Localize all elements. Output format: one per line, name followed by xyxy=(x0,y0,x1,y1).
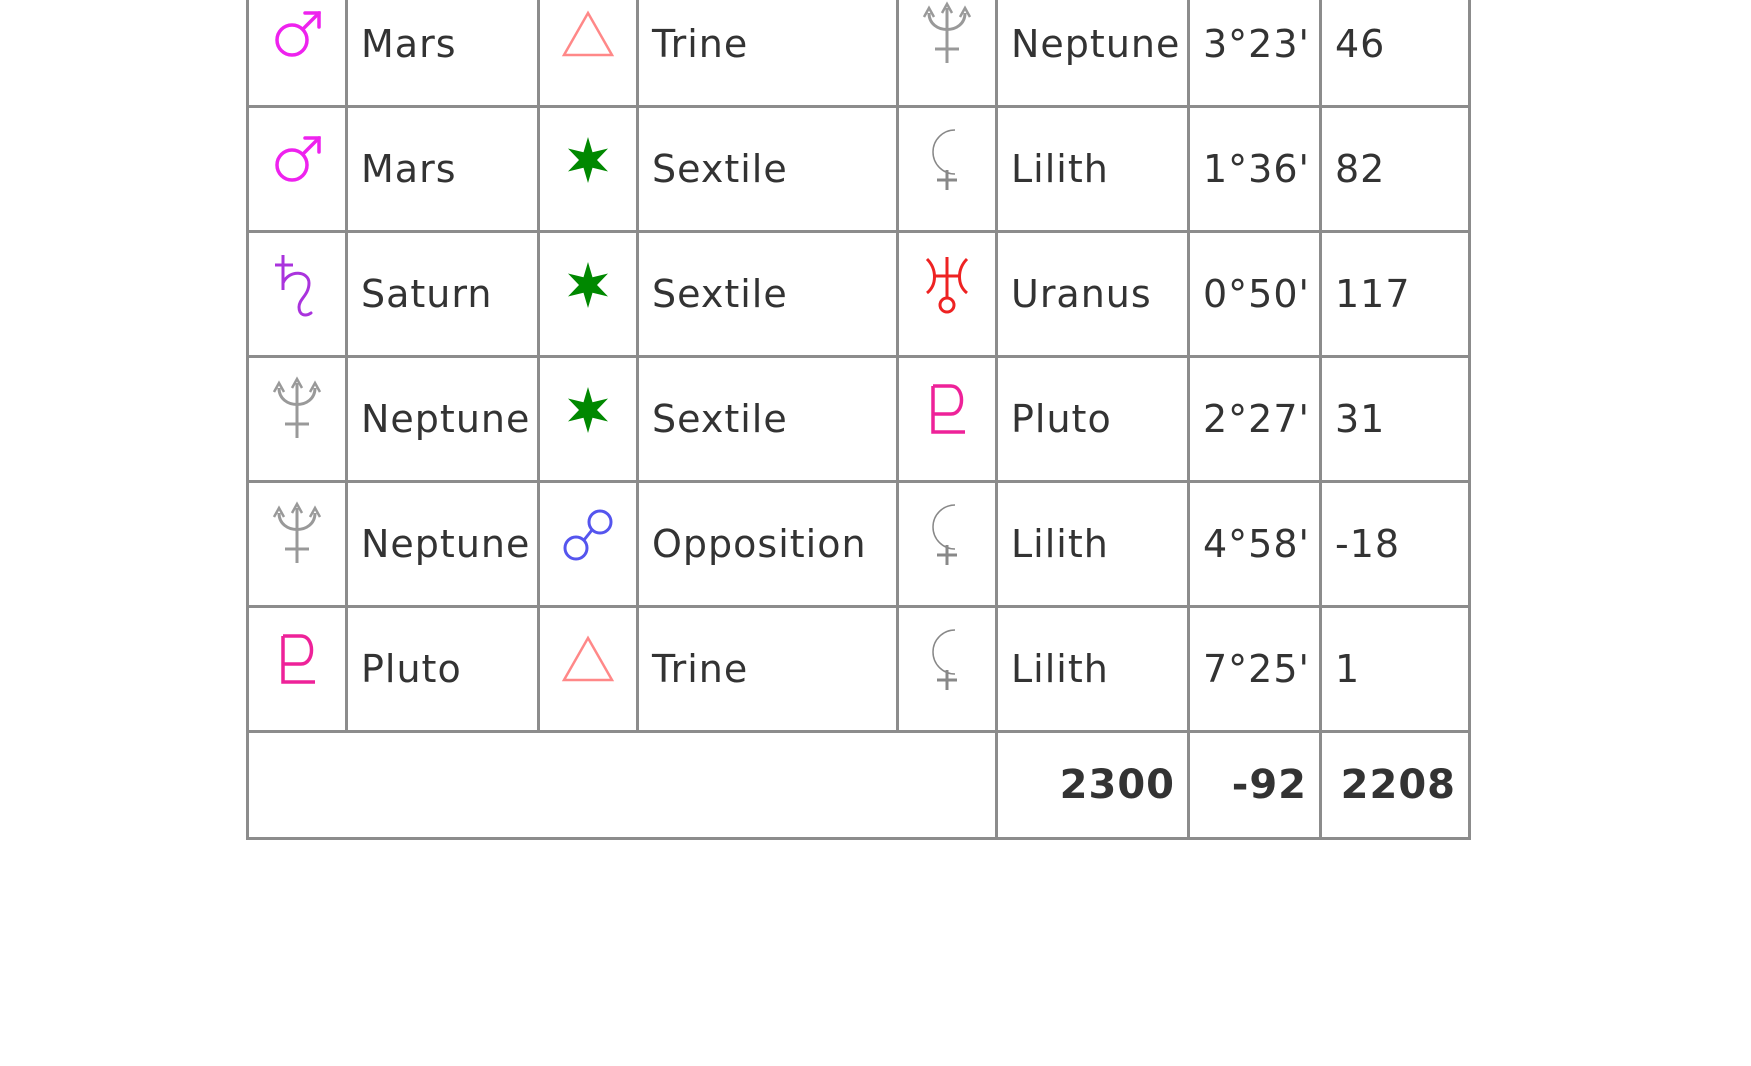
planet1-icon-cell xyxy=(246,0,348,108)
planet2-icon-cell xyxy=(896,230,998,358)
aspects-table: Mars Trine Neptune 3°23' 46 Mars Sextile xyxy=(246,0,1471,840)
table-row: Saturn Sextile Uranus 0°50' 117 xyxy=(246,230,1471,358)
planet2-name: Lilith xyxy=(995,605,1190,733)
orb-value: 3°23' xyxy=(1187,0,1322,108)
planet2-name: Pluto xyxy=(995,355,1190,483)
planet2-name: Neptune xyxy=(995,0,1190,108)
aspect-icon-cell xyxy=(537,480,639,608)
aspect-name: Sextile xyxy=(636,230,899,358)
planet2-name: Lilith xyxy=(995,480,1190,608)
planet1-name: Mars xyxy=(345,105,540,233)
planet1-icon-cell xyxy=(246,230,348,358)
planet1-icon-cell xyxy=(246,355,348,483)
planet1-name: Pluto xyxy=(345,605,540,733)
total-negative: -92 xyxy=(1187,730,1322,840)
planet2-name: Lilith xyxy=(995,105,1190,233)
planet2-icon-cell xyxy=(896,605,998,733)
aspect-icon-cell xyxy=(537,230,639,358)
planet2-name: Uranus xyxy=(995,230,1190,358)
total-net: 2208 xyxy=(1319,730,1471,840)
aspect-icon-cell xyxy=(537,0,639,108)
aspect-name: Trine xyxy=(636,0,899,108)
orb-value: 4°58' xyxy=(1187,480,1322,608)
aspect-icon-cell xyxy=(537,105,639,233)
aspect-name: Trine xyxy=(636,605,899,733)
planet2-icon-cell xyxy=(896,355,998,483)
planet1-name: Mars xyxy=(345,0,540,108)
aspect-score: 1 xyxy=(1319,605,1471,733)
aspect-score: 82 xyxy=(1319,105,1471,233)
aspect-score: 46 xyxy=(1319,0,1471,108)
planet1-name: Saturn xyxy=(345,230,540,358)
table-row: Neptune Opposition Lilith 4°58' -18 xyxy=(246,480,1471,608)
aspect-score: 31 xyxy=(1319,355,1471,483)
planet2-icon-cell xyxy=(896,480,998,608)
planet1-icon-cell xyxy=(246,480,348,608)
planet2-icon-cell xyxy=(896,105,998,233)
planet1-icon-cell xyxy=(246,605,348,733)
planet1-name: Neptune xyxy=(345,480,540,608)
planet2-icon-cell xyxy=(896,0,998,108)
aspect-icon-cell xyxy=(537,605,639,733)
table-row: Mars Trine Neptune 3°23' 46 xyxy=(246,0,1471,108)
planet1-icon-cell xyxy=(246,105,348,233)
table-row: Mars Sextile Lilith 1°36' 82 xyxy=(246,105,1471,233)
orb-value: 0°50' xyxy=(1187,230,1322,358)
aspect-score: -18 xyxy=(1319,480,1471,608)
aspect-name: Opposition xyxy=(636,480,899,608)
aspect-name: Sextile xyxy=(636,355,899,483)
aspect-name: Sextile xyxy=(636,105,899,233)
orb-value: 1°36' xyxy=(1187,105,1322,233)
table-row: Pluto Trine Lilith 7°25' 1 xyxy=(246,605,1471,733)
totals-row: 2300 -92 2208 xyxy=(246,730,1471,840)
orb-value: 7°25' xyxy=(1187,605,1322,733)
total-positive: 2300 xyxy=(995,730,1190,840)
orb-value: 2°27' xyxy=(1187,355,1322,483)
planet1-name: Neptune xyxy=(345,355,540,483)
aspect-icon-cell xyxy=(537,355,639,483)
totals-spacer xyxy=(246,730,998,840)
table-row: Neptune Sextile Pluto 2°27' 31 xyxy=(246,355,1471,483)
aspect-score: 117 xyxy=(1319,230,1471,358)
